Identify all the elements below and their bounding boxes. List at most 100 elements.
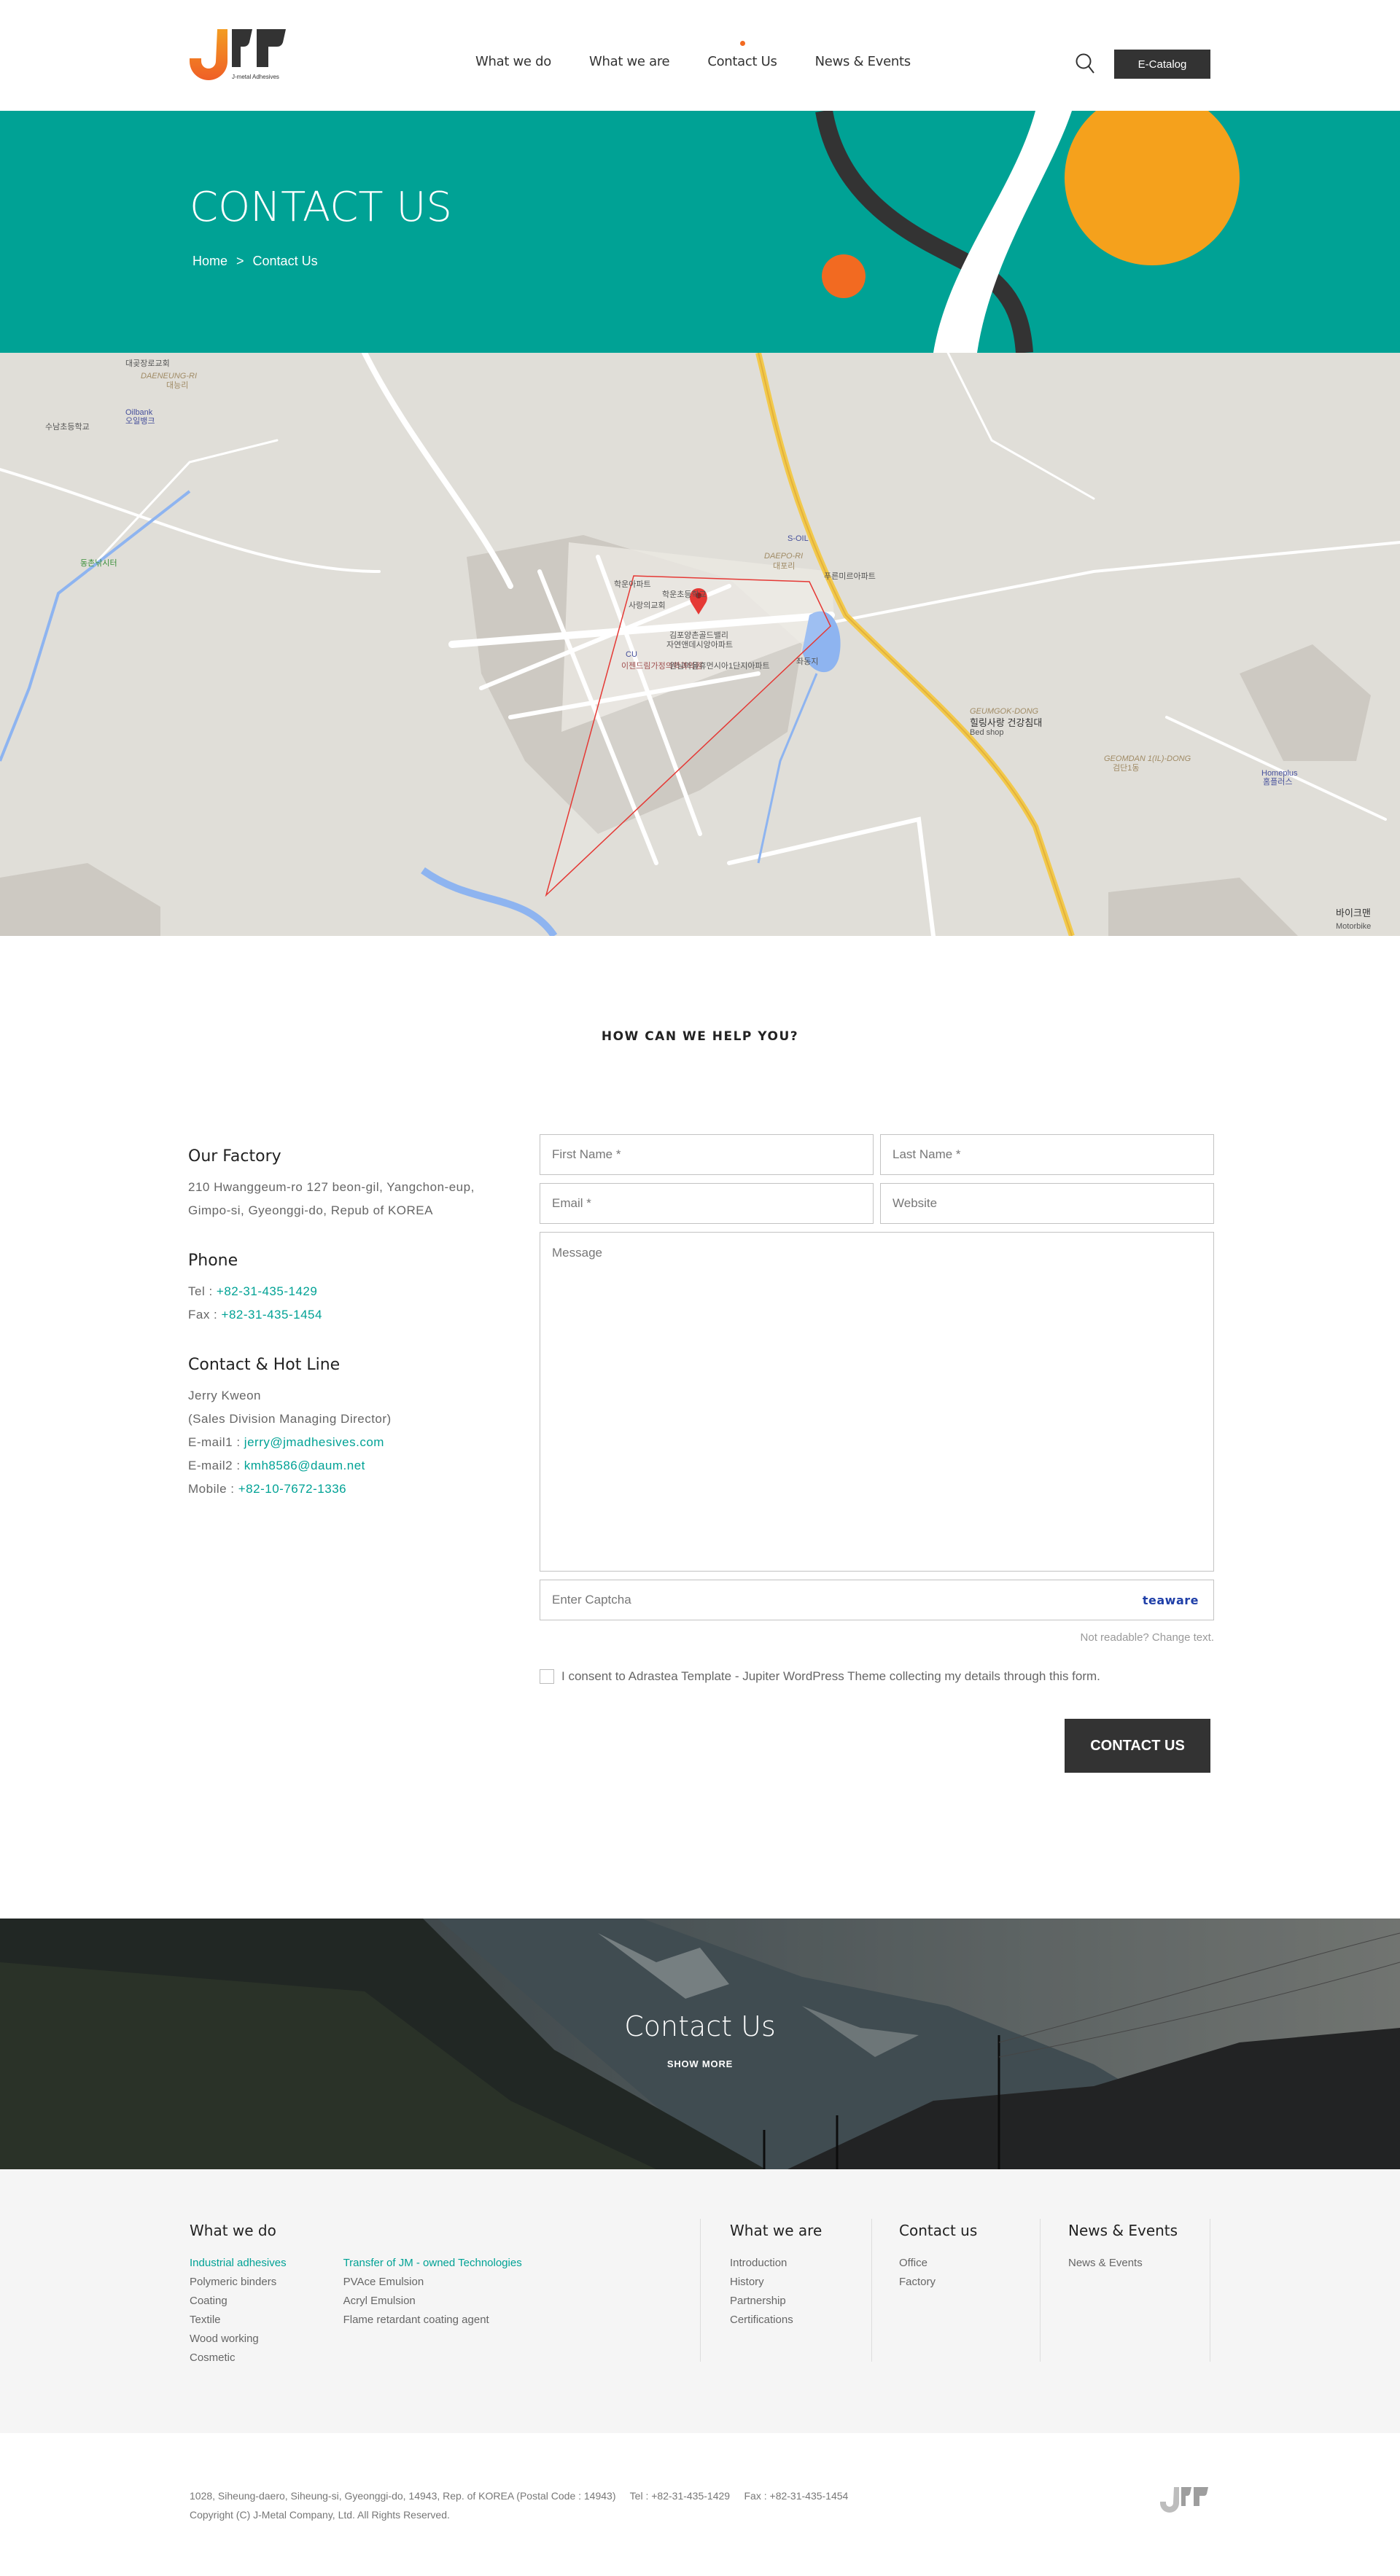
- fax-link[interactable]: +82-31-435-1454: [222, 1308, 322, 1322]
- footer-link-transfer-technologies[interactable]: Transfer of JM - owned Technologies: [343, 2254, 522, 2273]
- svg-text:Motorbike: Motorbike: [1336, 922, 1371, 931]
- contact-submit-button[interactable]: CONTACT US: [1065, 1719, 1210, 1773]
- footer-link[interactable]: Acryl Emulsion: [343, 2292, 522, 2311]
- white-curve-shape: [933, 111, 1072, 353]
- email-input[interactable]: [552, 1184, 873, 1223]
- contact-name: Jerry Kweon: [188, 1389, 261, 1402]
- svg-text:CU: CU: [626, 650, 637, 659]
- fax-line: Fax : +82-31-435-1454: [188, 1303, 509, 1327]
- footer-link[interactable]: Flame retardant coating agent: [343, 2311, 522, 2330]
- nav-what-we-do[interactable]: What we do: [475, 54, 551, 69]
- map-canvas[interactable]: DAENEUNG-RI 대능리 Oilbank 오일뱅크 수남초등학교 대곶장로…: [0, 353, 1400, 936]
- captcha-image: teaware: [1142, 1593, 1199, 1607]
- nav-what-we-are[interactable]: What we are: [589, 54, 670, 69]
- change-captcha-link[interactable]: Not readable? Change text.: [540, 1631, 1214, 1644]
- email2-line: E-mail2 : kmh8586@daum.net: [188, 1454, 509, 1478]
- svg-text:DAENEUNG-RI: DAENEUNG-RI: [141, 372, 197, 380]
- search-icon[interactable]: [1075, 52, 1095, 76]
- svg-text:자연앤데시앙아파트: 자연앤데시앙아파트: [666, 640, 733, 649]
- factory-block: Our Factory 210 Hwanggeum-ro 127 beon-gi…: [188, 1147, 509, 1222]
- website-input[interactable]: [892, 1184, 1213, 1223]
- message-input[interactable]: [552, 1246, 1213, 1571]
- website-field[interactable]: [880, 1183, 1214, 1224]
- consent-text: I consent to Adrastea Template - Jupiter…: [561, 1669, 1100, 1683]
- svg-text:푸른미르아파트: 푸른미르아파트: [824, 571, 876, 581]
- footer-divider: [700, 2219, 701, 2362]
- jm-logo-icon: J-metal Adhesives: [190, 29, 286, 80]
- email1-link[interactable]: jerry@jmadhesives.com: [244, 1435, 384, 1449]
- svg-text:Homeplus: Homeplus: [1261, 769, 1298, 778]
- svg-text:바이크맨: 바이크맨: [1336, 908, 1371, 918]
- footer-link[interactable]: Factory: [899, 2273, 977, 2292]
- svg-text:Oilbank: Oilbank: [125, 408, 153, 417]
- nav-news-events[interactable]: News & Events: [815, 54, 911, 69]
- footer-link[interactable]: Partnership: [730, 2292, 822, 2311]
- fax-label: Fax :: [188, 1308, 222, 1322]
- page-hero: CONTACT US Home > Contact Us: [0, 111, 1400, 353]
- email1-label: E-mail1 :: [188, 1435, 244, 1449]
- phone-heading: Phone: [188, 1252, 238, 1270]
- e-catalog-button[interactable]: E-Catalog: [1114, 50, 1210, 79]
- footer-link[interactable]: News & Events: [1068, 2254, 1178, 2273]
- footer-link[interactable]: Textile: [190, 2311, 287, 2330]
- footer-what-we-do: What we do Industrial adhesives Polymeri…: [190, 2222, 522, 2368]
- footer-contact-us: Contact us Office Factory: [899, 2222, 977, 2292]
- svg-text:학운아파트: 학운아파트: [614, 579, 651, 589]
- footer-link[interactable]: Cosmetic: [190, 2349, 287, 2368]
- svg-text:DAEPO-RI: DAEPO-RI: [764, 552, 803, 561]
- main-nav: What we do What we are Contact Us News &…: [475, 41, 949, 69]
- show-more-link[interactable]: SHOW MORE: [667, 2058, 733, 2069]
- hotline-block: Contact & Hot Line Jerry Kweon (Sales Di…: [188, 1356, 509, 1501]
- footer-address: 1028, Siheung-daero, Siheung-si, Gyeongg…: [190, 2490, 849, 2502]
- footer-link[interactable]: Introduction: [730, 2254, 822, 2273]
- svg-text:수남초등학교: 수남초등학교: [45, 422, 90, 432]
- consent-row[interactable]: I consent to Adrastea Template - Jupiter…: [540, 1669, 1100, 1684]
- footer-divider: [871, 2219, 872, 2362]
- svg-text:Bed shop: Bed shop: [970, 728, 1003, 737]
- footer-link[interactable]: History: [730, 2273, 822, 2292]
- footer-link[interactable]: PVAce Emulsion: [343, 2273, 522, 2292]
- svg-text:검단1동: 검단1동: [1113, 763, 1139, 773]
- email2-link[interactable]: kmh8586@daum.net: [244, 1459, 365, 1472]
- captcha-input[interactable]: [552, 1580, 1213, 1620]
- location-map[interactable]: DAENEUNG-RI 대능리 Oilbank 오일뱅크 수남초등학교 대곶장로…: [0, 353, 1400, 936]
- footer-bottom: 1028, Siheung-daero, Siheung-si, Gyeongg…: [0, 2433, 1400, 2576]
- first-name-field[interactable]: [540, 1134, 874, 1175]
- captcha-field[interactable]: teaware: [540, 1580, 1214, 1620]
- footer-heading-news-events: News & Events: [1068, 2222, 1178, 2239]
- consent-checkbox[interactable]: [540, 1669, 554, 1684]
- mobile-line: Mobile : +82-10-7672-1336: [188, 1478, 509, 1501]
- last-name-input[interactable]: [892, 1135, 1213, 1174]
- site-logo[interactable]: J-metal Adhesives: [188, 28, 290, 83]
- site-footer: What we do Industrial adhesives Polymeri…: [0, 2169, 1400, 2433]
- last-name-field[interactable]: [880, 1134, 1214, 1175]
- svg-text:대능리: 대능리: [166, 380, 188, 390]
- svg-text:동촌낚시터: 동촌낚시터: [80, 558, 117, 568]
- svg-text:GEOMDAN 1(IL)-DONG: GEOMDAN 1(IL)-DONG: [1104, 754, 1191, 763]
- footer-link-industrial-adhesives[interactable]: Industrial adhesives: [190, 2254, 287, 2273]
- phone-block: Phone Tel : +82-31-435-1429 Fax : +82-31…: [188, 1252, 509, 1327]
- tel-line: Tel : +82-31-435-1429: [188, 1280, 509, 1303]
- message-field[interactable]: [540, 1232, 1214, 1572]
- breadcrumb-separator: >: [236, 254, 244, 268]
- footer-link[interactable]: Office: [899, 2254, 977, 2273]
- factory-heading: Our Factory: [188, 1147, 281, 1166]
- breadcrumb-home[interactable]: Home: [192, 254, 228, 269]
- contact-role: (Sales Division Managing Director): [188, 1412, 392, 1426]
- email-field[interactable]: [540, 1183, 874, 1224]
- footer-logo[interactable]: [1159, 2486, 1210, 2515]
- footer-link[interactable]: Coating: [190, 2292, 287, 2311]
- first-name-input[interactable]: [552, 1135, 873, 1174]
- svg-text:김포양촌골드밸리: 김포양촌골드밸리: [669, 631, 728, 640]
- mobile-link[interactable]: +82-10-7672-1336: [238, 1482, 346, 1496]
- footer-link[interactable]: Wood working: [190, 2330, 287, 2349]
- svg-text:홈플러스: 홈플러스: [1263, 776, 1292, 787]
- footer-link[interactable]: Polymeric binders: [190, 2273, 287, 2292]
- footer-link[interactable]: Certifications: [730, 2311, 822, 2330]
- nav-contact-us[interactable]: Contact Us: [707, 41, 777, 69]
- svg-text:J-metal Adhesives: J-metal Adhesives: [232, 74, 279, 80]
- show-more-row: SHOW MORE: [0, 2058, 1400, 2069]
- svg-text:좌동지: 좌동지: [796, 657, 818, 666]
- footer-heading-what-we-are: What we are: [730, 2222, 822, 2239]
- tel-link[interactable]: +82-31-435-1429: [217, 1284, 317, 1298]
